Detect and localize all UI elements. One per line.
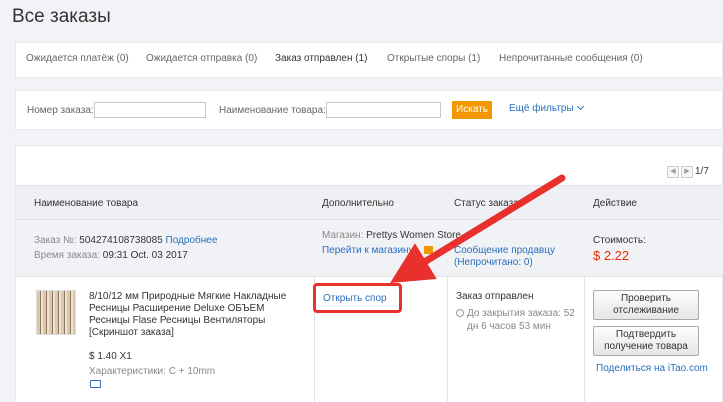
tab-shipped[interactable]: Заказ отправлен (1) [275, 53, 367, 64]
cost-label: Стоимость: [593, 235, 646, 246]
pager-prev-button[interactable]: ◀ [667, 166, 679, 178]
column-divider [584, 277, 585, 402]
shipping-icon [90, 380, 101, 388]
store-name: Prettys Women Store [366, 230, 461, 241]
share-link[interactable]: Поделиться на iTao.com [596, 363, 708, 374]
track-shipment-button[interactable]: Проверить отслеживание [593, 290, 699, 320]
unread-count: (Непрочитано: 0) [454, 257, 533, 268]
orders-panel: ◀ ▶ 1/7 Наименование товара Дополнительн… [15, 145, 723, 402]
product-name-link[interactable]: 8/10/12 мм Природные Мягкие Накладные Ре… [89, 291, 286, 326]
product-name: 8/10/12 мм Природные Мягкие Накладные Ре… [89, 291, 304, 339]
product-name-label: Наименование товара: [219, 105, 326, 116]
open-dispute-link[interactable]: Открыть спор [323, 293, 387, 304]
store-label: Магазин: [322, 230, 364, 241]
product-thumbnail[interactable] [36, 290, 76, 335]
tab-awaiting-shipment[interactable]: Ожидается отправка (0) [146, 53, 257, 64]
pager-next-button[interactable]: ▶ [681, 166, 693, 178]
clock-icon [456, 309, 464, 317]
filter-bar: Номер заказа: Наименование товара: Искат… [15, 90, 723, 130]
header-action: Действие [593, 198, 637, 209]
order-status: Заказ отправлен [456, 291, 534, 302]
order-time: Время заказа: 09:31 Oct. 03 2017 [34, 250, 188, 261]
message-icon [424, 246, 433, 254]
close-countdown: До закрытия заказа: 52 дн 6 часов 53 мин [467, 308, 575, 332]
tab-awaiting-payment[interactable]: Ожидается платёж (0) [26, 53, 129, 64]
product-name-input[interactable] [326, 102, 441, 118]
store-info: Магазин: Prettys Women Store [322, 230, 461, 241]
tab-unread-messages[interactable]: Непрочитанные сообщения (0) [499, 53, 643, 64]
search-button[interactable]: Искать [452, 101, 492, 119]
order-number-value: 504274108738085 [79, 235, 163, 246]
header-additional: Дополнительно [322, 198, 394, 209]
tab-open-disputes[interactable]: Открытые споры (1) [387, 53, 480, 64]
page-title: Все заказы [12, 6, 111, 27]
message-seller-link[interactable]: Сообщение продавцу [454, 245, 555, 256]
header-product: Наименование товара [34, 198, 139, 209]
more-filters-link[interactable]: Ещё фильтры [509, 102, 584, 114]
more-filters-label: Ещё фильтры [509, 103, 574, 114]
order-snapshot-link[interactable]: [Скриншот заказа] [89, 327, 174, 338]
go-to-store-link[interactable]: Перейти к магазину [322, 245, 414, 256]
product-price: $ 1.40 X1 [89, 351, 132, 362]
order-cost: $ 2.22 [593, 248, 630, 263]
order-number-input[interactable] [94, 102, 206, 118]
pager-text: 1/7 [695, 166, 709, 177]
table-header: Наименование товара Дополнительно Статус… [16, 185, 723, 219]
order-details-link[interactable]: Подробнее [166, 235, 218, 246]
confirm-receipt-button[interactable]: Подтвердить получение товара [593, 326, 699, 356]
order-number-label: Заказ №: [34, 235, 77, 246]
order-time-value: 09:31 Oct. 03 2017 [102, 250, 188, 261]
header-status: Статус заказа [454, 198, 519, 209]
tabs-bar: Ожидается платёж (0) Ожидается отправка … [15, 42, 723, 78]
order-number-label: Номер заказа: [27, 105, 94, 116]
order-time-label: Время заказа: [34, 250, 100, 261]
column-divider [447, 277, 448, 402]
order-number: Заказ №: 504274108738085 Подробнее [34, 235, 217, 246]
chevron-down-icon [576, 102, 584, 111]
product-characteristics: Характеристики: С + 10mm [89, 366, 216, 377]
